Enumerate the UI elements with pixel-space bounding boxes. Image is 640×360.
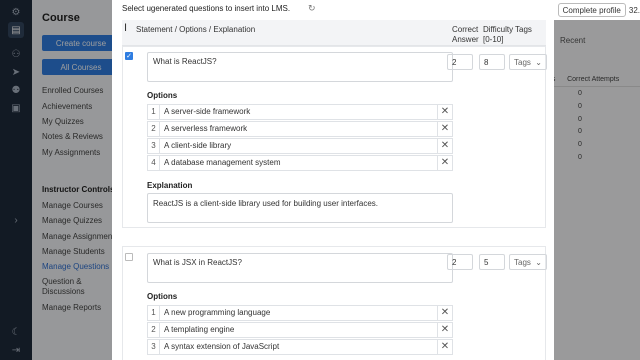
question-checkbox[interactable]	[125, 253, 133, 261]
question-card: ✓ What is ReactJS? 2 8 Tags ⌄ Options 1 A…	[122, 46, 547, 228]
option-row: 2 A serverless framework ✕	[147, 121, 453, 137]
statement-field[interactable]: What is JSX in ReactJS?	[147, 253, 453, 283]
tags-placeholder: Tags	[514, 258, 531, 267]
correct-answer-input[interactable]: 2	[447, 254, 473, 270]
option-number: 2	[148, 122, 160, 136]
remove-option-icon[interactable]: ✕	[438, 122, 452, 136]
option-row: 1 A server-side framework ✕	[147, 104, 453, 120]
chevron-down-icon: ⌄	[535, 258, 542, 267]
option-row: 4 A database management system ✕	[147, 155, 453, 171]
complete-profile-button[interactable]: Complete profile	[557, 3, 626, 17]
tags-select[interactable]: Tags ⌄	[509, 254, 547, 270]
option-row: 2 A templating engine ✕	[147, 322, 453, 338]
statement-field[interactable]: What is ReactJS?	[147, 52, 453, 82]
options-label: Options	[147, 91, 178, 100]
tags-select[interactable]: Tags ⌄	[509, 54, 547, 70]
remove-option-icon[interactable]: ✕	[438, 139, 452, 153]
modal-title: Select ugenerated questions to insert in…	[122, 4, 291, 13]
option-text[interactable]: A database management system	[160, 156, 438, 170]
chevron-down-icon: ⌄	[535, 58, 542, 67]
option-number: 4	[148, 156, 160, 170]
explanation-label: Explanation	[147, 181, 193, 190]
options-label: Options	[147, 292, 178, 301]
questions-table-header: I Statement / Options / Explanation Corr…	[122, 20, 546, 46]
header-range: [0-10]	[483, 35, 504, 44]
tags-placeholder: Tags	[514, 58, 531, 67]
remove-option-icon[interactable]: ✕	[438, 105, 452, 119]
correct-answer-input[interactable]: 2	[447, 54, 473, 70]
header-statement: Statement / Options / Explanation	[136, 25, 256, 34]
option-number: 1	[148, 306, 160, 320]
option-text[interactable]: A templating engine	[160, 323, 438, 337]
header-tags: Tags	[515, 25, 532, 34]
option-text[interactable]: A server-side framework	[160, 105, 438, 119]
header-difficulty: Difficulty	[483, 25, 514, 34]
option-number: 3	[148, 139, 160, 153]
option-row: 1 A new programming language ✕	[147, 305, 453, 321]
difficulty-input[interactable]: 8	[479, 54, 505, 70]
option-text[interactable]: A new programming language	[160, 306, 438, 320]
refresh-icon[interactable]: ↻	[308, 3, 316, 14]
option-text[interactable]: A serverless framework	[160, 122, 438, 136]
option-row: 3 A client-side library ✕	[147, 138, 453, 154]
difficulty-input[interactable]: 5	[479, 254, 505, 270]
option-number: 3	[148, 340, 160, 354]
option-number: 1	[148, 105, 160, 119]
points-count: 32.	[628, 5, 640, 15]
option-text[interactable]: A syntax extension of JavaScript	[160, 340, 438, 354]
question-select-modal: Select ugenerated questions to insert in…	[112, 0, 554, 360]
option-text[interactable]: A client-side library	[160, 139, 438, 153]
remove-option-icon[interactable]: ✕	[438, 340, 452, 354]
remove-option-icon[interactable]: ✕	[438, 156, 452, 170]
header-correct: Correct	[452, 25, 479, 34]
remove-option-icon[interactable]: ✕	[438, 323, 452, 337]
header-answer: Answer	[452, 35, 479, 44]
question-checkbox[interactable]: ✓	[125, 52, 133, 60]
question-card: What is JSX in ReactJS? 2 5 Tags ⌄ Option…	[122, 246, 547, 360]
option-number: 2	[148, 323, 160, 337]
text-cursor-icon: I	[124, 22, 128, 34]
explanation-field[interactable]: ReactJS is a client-side library used fo…	[147, 193, 453, 223]
option-row: 3 A syntax extension of JavaScript ✕	[147, 339, 453, 355]
remove-option-icon[interactable]: ✕	[438, 306, 452, 320]
